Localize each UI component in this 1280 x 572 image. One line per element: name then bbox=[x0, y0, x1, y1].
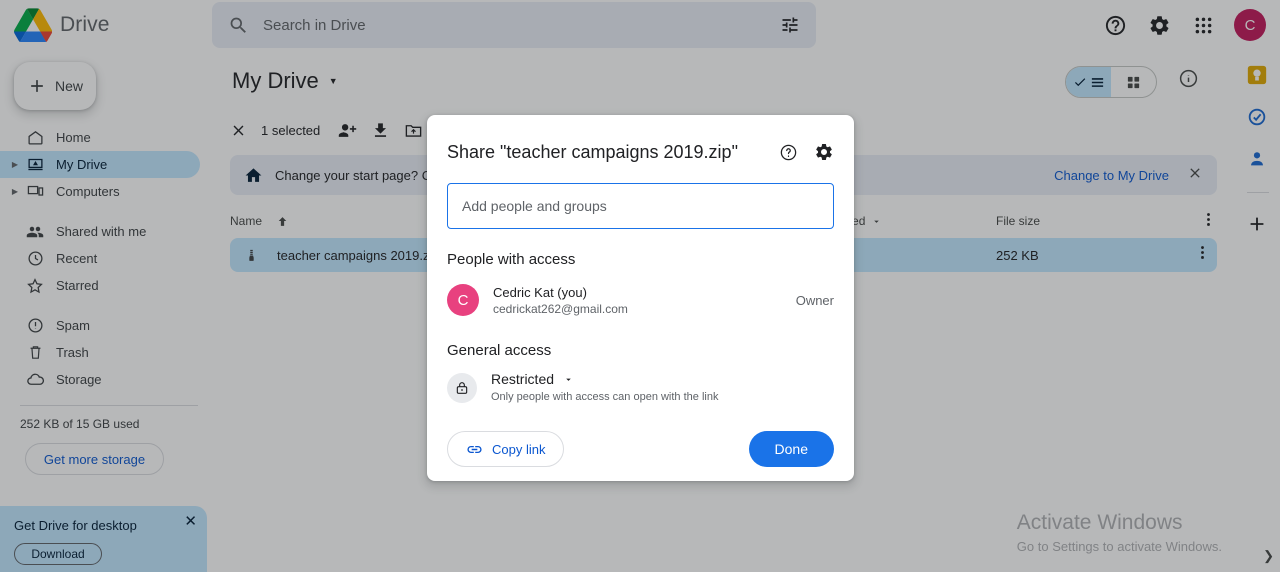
general-access-selector[interactable]: Restricted bbox=[491, 371, 718, 387]
share-dialog: Share "teacher campaigns 2019.zip" Peopl… bbox=[427, 115, 854, 481]
share-dialog-title: Share "teacher campaigns 2019.zip" bbox=[447, 141, 738, 162]
avatar: C bbox=[447, 284, 479, 316]
lock-icon bbox=[447, 373, 477, 403]
person-role: Owner bbox=[795, 292, 834, 308]
link-icon bbox=[467, 445, 482, 453]
person-name: Cedric Kat (you) bbox=[493, 284, 587, 300]
copy-link-button[interactable]: Copy link bbox=[447, 431, 565, 467]
person-email: cedrickat262@gmail.com bbox=[493, 301, 628, 316]
general-access-title: General access bbox=[447, 342, 552, 359]
add-people-input[interactable] bbox=[462, 198, 819, 214]
share-dialog-header: Share "teacher campaigns 2019.zip" bbox=[427, 137, 854, 167]
people-with-access-title: People with access bbox=[447, 251, 576, 268]
general-access-value: Restricted bbox=[491, 371, 555, 387]
help-circle-icon[interactable] bbox=[779, 143, 798, 162]
gear-icon[interactable] bbox=[814, 142, 834, 162]
done-button[interactable]: Done bbox=[748, 431, 834, 467]
person-row[interactable]: C Cedric Kat (you) cedrickat262@gmail.co… bbox=[427, 280, 854, 320]
add-people-field[interactable] bbox=[447, 183, 834, 229]
general-access-row: Restricted Only people with access can o… bbox=[427, 371, 854, 403]
share-dialog-actions: Copy link Done bbox=[427, 431, 854, 467]
general-access-description: Only people with access can open with th… bbox=[491, 391, 719, 403]
chevron-down-icon bbox=[566, 378, 571, 381]
copy-link-label: Copy link bbox=[492, 441, 546, 457]
